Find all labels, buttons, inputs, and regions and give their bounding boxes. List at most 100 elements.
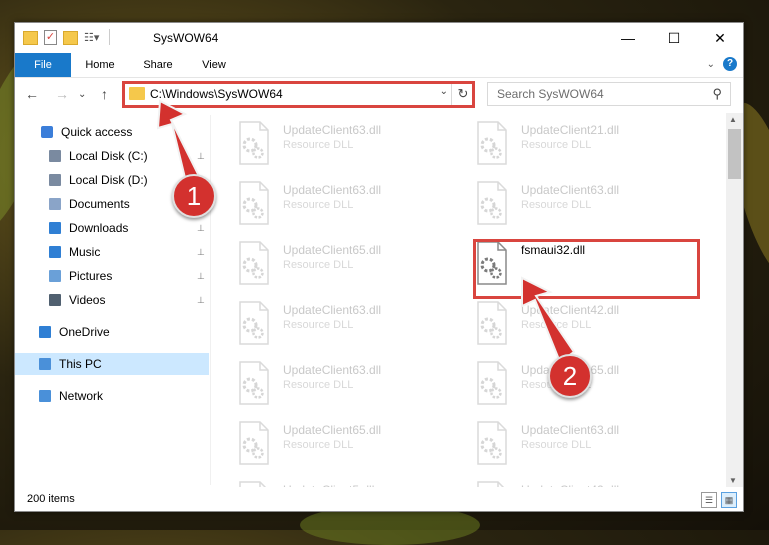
document-icon — [49, 198, 61, 210]
search-icon[interactable]: ⚲ — [712, 86, 722, 102]
dll-file-icon — [239, 361, 269, 405]
sidebar-item-label: Local Disk (D:) — [69, 173, 148, 187]
sidebar-item-label: Network — [59, 389, 104, 403]
folder-icon[interactable] — [23, 31, 38, 45]
step-1-badge: 1 — [172, 174, 216, 218]
sidebar-item-pictures[interactable]: Pictures ⊥ — [15, 265, 209, 287]
dll-file-icon — [477, 481, 505, 487]
tab-home[interactable]: Home — [75, 53, 125, 77]
file-highlight — [473, 239, 700, 299]
dll-file-icon — [239, 181, 269, 225]
cloud-icon — [39, 326, 51, 338]
help-button[interactable]: ? — [723, 57, 737, 71]
file-name: UpdateClient42.dll — [521, 303, 620, 317]
file-item[interactable]: UpdateClient5.dllResource DLL — [237, 479, 467, 487]
file-type: Resource DLL — [283, 439, 354, 451]
pictures-icon — [49, 270, 61, 282]
sidebar-item-music[interactable]: Music ⊥ — [15, 241, 209, 263]
sidebar-item-quick-access[interactable]: Quick access — [15, 121, 209, 143]
search-input[interactable]: Search SysWOW64 — [497, 87, 604, 101]
properties-icon[interactable]: ✓ — [44, 29, 57, 45]
file-item[interactable]: UpdateClient63.dll Resource DLL — [237, 359, 467, 409]
pin-icon[interactable]: ⊥ — [197, 289, 205, 311]
dll-file-icon — [477, 301, 507, 345]
new-folder-icon[interactable] — [63, 31, 78, 45]
file-item[interactable]: UpdateClient42.dllResource DLL — [475, 479, 705, 487]
maximize-button[interactable]: ☐ — [651, 23, 697, 53]
pin-icon[interactable]: ⊥ — [197, 265, 205, 287]
dll-file-icon — [477, 361, 507, 405]
file-type: Resource DLL — [283, 259, 354, 271]
computer-icon — [39, 358, 51, 370]
file-name: UpdateClient63.dll — [283, 123, 382, 137]
scrollbar-thumb[interactable] — [728, 129, 741, 179]
file-list: UpdateClient63.dll Resource DLL UpdateClie… — [211, 113, 725, 487]
close-button[interactable]: ✕ — [697, 23, 743, 53]
file-name: UpdateClient65.dll — [283, 423, 382, 437]
download-icon — [49, 222, 61, 234]
file-type: Resource DLL — [521, 199, 592, 211]
tab-share[interactable]: Share — [133, 53, 183, 77]
sidebar-item-onedrive[interactable]: OneDrive — [15, 321, 209, 343]
sidebar-item-local-disk-c[interactable]: Local Disk (C:) ⊥ — [15, 145, 209, 167]
file-item[interactable]: UpdateClient63.dll Resource DLL — [237, 299, 467, 349]
sidebar-item-network[interactable]: Network — [15, 385, 209, 407]
file-item[interactable]: UpdateClient63.dll Resource DLL — [237, 119, 467, 169]
file-type: Resource DLL — [521, 319, 592, 331]
expand-ribbon-icon[interactable]: ⌄ — [707, 59, 715, 70]
dll-file-icon — [239, 301, 269, 345]
minimize-button[interactable]: — — [605, 23, 651, 53]
file-item[interactable]: UpdateClient63.dll Resource DLL — [237, 179, 467, 229]
item-count: 200 items — [27, 493, 75, 505]
sidebar-item-videos[interactable]: Videos ⊥ — [15, 289, 209, 311]
dll-file-icon — [239, 481, 267, 487]
forward-arrow-icon[interactable]: → — [55, 86, 69, 102]
file-item[interactable]: UpdateClient63.dll Resource DLL — [475, 419, 705, 469]
quick-access-toolbar: ✓ ☷▾ — [23, 29, 111, 45]
large-icons-view-icon[interactable]: ▦ — [721, 492, 737, 508]
file-name: UpdateClient63.dll — [521, 183, 620, 197]
tab-file[interactable]: File — [15, 53, 71, 77]
file-item[interactable]: UpdateClient63.dll Resource DLL — [475, 179, 705, 229]
up-arrow-icon[interactable]: ↑ — [101, 86, 108, 102]
music-icon — [49, 246, 61, 258]
sidebar-item-downloads[interactable]: Downloads ⊥ — [15, 217, 209, 239]
pin-icon[interactable]: ⊥ — [197, 217, 205, 239]
dll-file-icon — [239, 121, 269, 165]
file-name: UpdateClient63.dll — [521, 423, 620, 437]
title-bar: ✓ ☷▾ SysWOW64 — ☐ ✕ — [15, 23, 743, 53]
scroll-up-arrow-icon[interactable]: ▲ — [729, 115, 737, 124]
vertical-scrollbar[interactable]: ▲ ▼ — [726, 113, 743, 487]
search-box[interactable]: Search SysWOW64 ⚲ — [487, 82, 731, 106]
file-type: Resource DLL — [283, 319, 354, 331]
step-2-badge: 2 — [548, 354, 592, 398]
dll-file-icon — [477, 121, 507, 165]
file-type: Resource DLL — [283, 139, 354, 151]
file-type: Resource DLL — [521, 439, 592, 451]
address-bar-highlight — [122, 81, 475, 108]
details-view-icon[interactable]: ☰ — [701, 492, 717, 508]
file-item[interactable]: UpdateClient21.dll Resource DLL — [475, 119, 705, 169]
file-type: Resource DLL — [283, 379, 354, 391]
file-name: UpdateClient42.dll — [521, 483, 619, 487]
sidebar-item-label: This PC — [59, 357, 102, 371]
file-name: UpdateClient5.dll — [283, 483, 374, 487]
tab-view[interactable]: View — [189, 53, 239, 77]
dll-file-icon — [477, 181, 507, 225]
customize-toolbar-icon[interactable]: ☷▾ — [84, 31, 99, 44]
dll-file-icon — [239, 241, 269, 285]
file-type: Resource DLL — [521, 139, 592, 151]
file-item[interactable]: UpdateClient42.dll Resource DLL — [475, 299, 705, 349]
file-item[interactable]: UpdateClient65.dll Resource DLL — [237, 239, 467, 289]
recent-locations-icon[interactable]: ⌄ — [78, 89, 86, 100]
scroll-down-arrow-icon[interactable]: ▼ — [729, 476, 737, 485]
pin-icon[interactable]: ⊥ — [197, 241, 205, 263]
file-name: UpdateClient63.dll — [283, 363, 382, 377]
back-arrow-icon[interactable]: ← — [25, 86, 39, 102]
pin-icon[interactable]: ⊥ — [197, 145, 205, 167]
toolbar-separator — [109, 29, 111, 45]
sidebar-item-label: Downloads — [69, 221, 129, 235]
file-item[interactable]: UpdateClient65.dll Resource DLL — [237, 419, 467, 469]
sidebar-item-this-pc[interactable]: This PC — [15, 353, 209, 375]
drive-icon — [49, 174, 61, 186]
